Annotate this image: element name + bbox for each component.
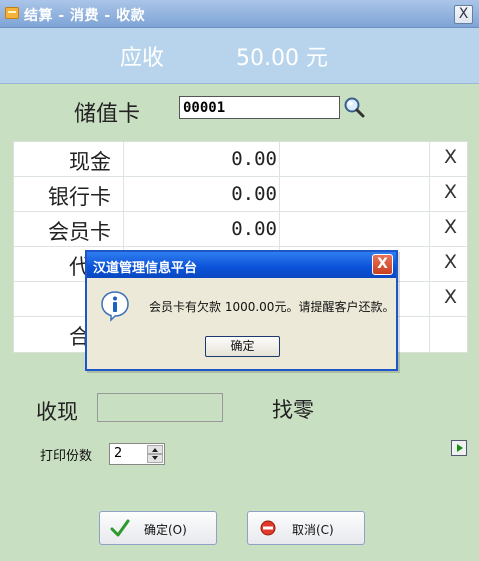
clear-payment-button[interactable]: X xyxy=(444,216,457,238)
payment-label: 银行卡 xyxy=(48,185,111,209)
dialog-close-button[interactable]: X xyxy=(372,254,393,275)
clear-payment-button[interactable]: X xyxy=(444,181,457,203)
payment-value: 0.00 xyxy=(231,148,277,170)
no-entry-icon xyxy=(260,520,276,536)
dialog-ok-button[interactable]: 确定 xyxy=(205,336,280,357)
app-icon xyxy=(5,7,19,19)
clear-payment-button[interactable]: X xyxy=(444,286,457,308)
payment-amount-cell[interactable]: 0.00 xyxy=(124,142,280,176)
payment-row-bank-card: 银行卡 0.00 X xyxy=(14,177,467,212)
window-close-button[interactable]: X xyxy=(454,5,473,24)
change-label: 找零 xyxy=(272,398,314,422)
message-dialog: 汉道管理信息平台 X 会员卡有欠款 1000.00元。请提醒客户还款。 确定 xyxy=(85,250,398,371)
print-copies-value: 2 xyxy=(114,446,123,461)
confirm-button[interactable]: 确定(O) xyxy=(99,511,217,545)
stepper-up-icon[interactable] xyxy=(147,445,163,454)
print-copies-label: 打印份数 xyxy=(40,449,93,464)
payment-note-cell xyxy=(280,177,430,211)
info-icon xyxy=(101,291,129,322)
dialog-message: 会员卡有欠款 1000.00元。请提醒客户还款。 xyxy=(149,300,395,314)
payment-value: 0.00 xyxy=(231,218,277,240)
payment-label: 现金 xyxy=(69,150,111,174)
stored-card-label: 储值卡 xyxy=(74,102,141,127)
print-copies-stepper[interactable]: 2 xyxy=(109,443,165,465)
amount-due-value: 50.00 元 xyxy=(236,46,328,71)
amount-due-label: 应收 xyxy=(120,46,165,71)
payment-amount-cell[interactable]: 0.00 xyxy=(124,212,280,246)
amount-due-band: 应收 50.00 元 xyxy=(0,28,479,84)
payment-value: 0.00 xyxy=(231,183,277,205)
payment-note-cell xyxy=(280,212,430,246)
payment-row-member-card: 会员卡 0.00 X xyxy=(14,212,467,247)
cancel-button[interactable]: 取消(C) xyxy=(247,511,365,545)
next-arrow-icon[interactable] xyxy=(451,440,467,456)
dialog-title: 汉道管理信息平台 xyxy=(93,261,198,276)
window-title: 结算 - 消费 - 收款 xyxy=(24,8,146,24)
payment-row-cash: 现金 0.00 X xyxy=(14,142,467,177)
cash-received-label: 收现 xyxy=(36,400,78,424)
clear-payment-button[interactable]: X xyxy=(444,146,457,168)
dialog-titlebar: 汉道管理信息平台 X xyxy=(87,252,396,278)
stored-card-input[interactable]: 00001 xyxy=(179,96,340,119)
window-titlebar: 结算 - 消费 - 收款 X xyxy=(0,0,479,28)
cancel-button-label: 取消(C) xyxy=(292,523,334,537)
payment-note-cell xyxy=(280,142,430,176)
cash-received-input[interactable] xyxy=(97,393,223,422)
search-icon[interactable] xyxy=(343,96,365,118)
confirm-button-label: 确定(O) xyxy=(144,523,187,537)
checkmark-icon xyxy=(110,519,130,537)
stepper-down-icon[interactable] xyxy=(147,454,163,463)
payment-label: 会员卡 xyxy=(48,220,111,244)
payment-amount-cell[interactable]: 0.00 xyxy=(124,177,280,211)
clear-payment-button[interactable]: X xyxy=(444,251,457,273)
